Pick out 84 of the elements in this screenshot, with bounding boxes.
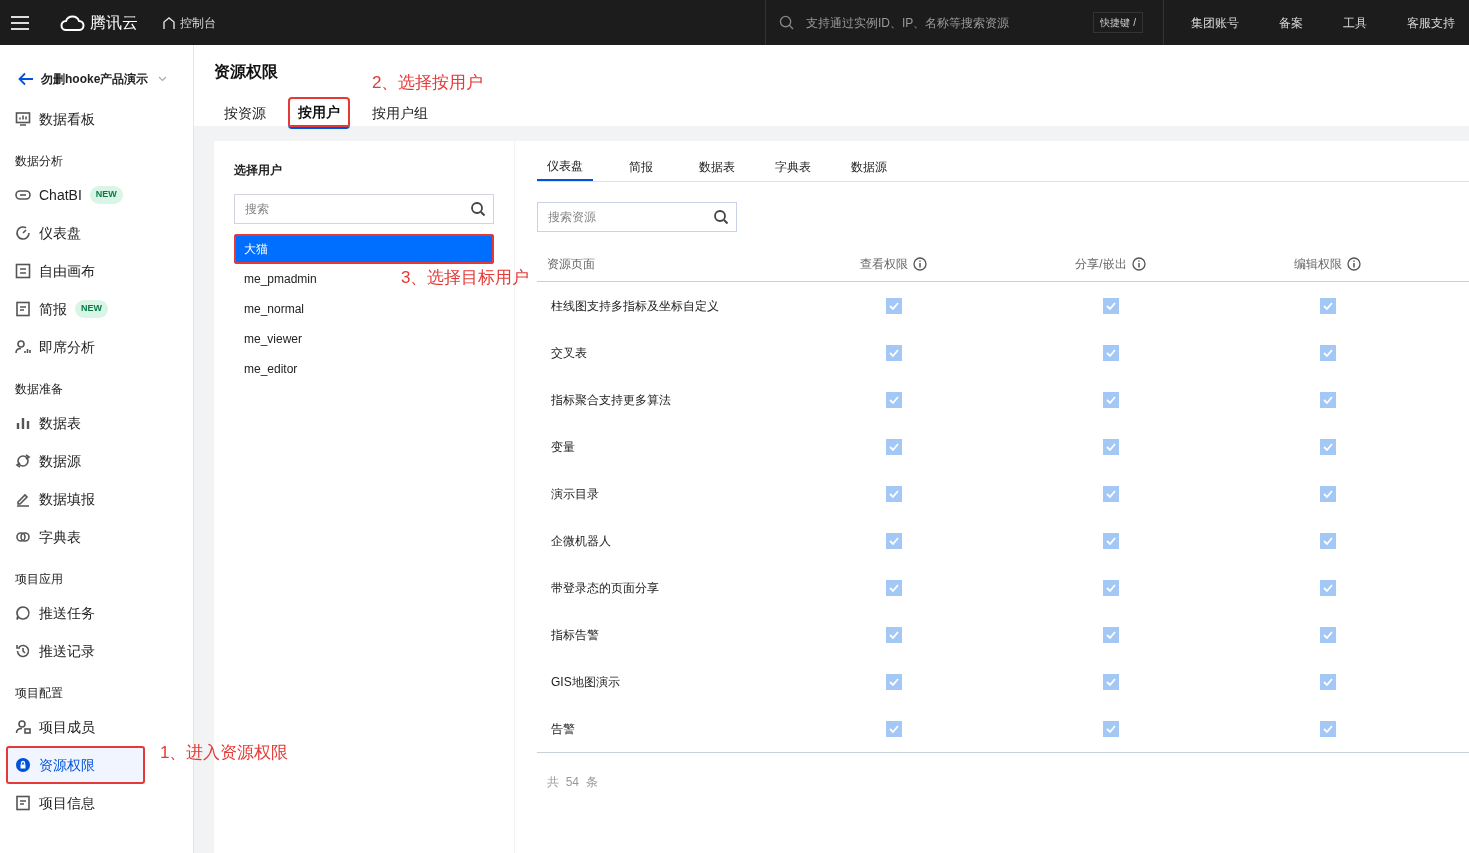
- resource-name: 指标告警: [550, 626, 600, 644]
- sidebar-item[interactable]: 仪表盘: [6, 214, 145, 252]
- resource-name: 告警: [550, 720, 576, 738]
- resource-name: 变量: [550, 438, 576, 456]
- top-nav-link[interactable]: 集团账号: [1191, 13, 1239, 32]
- sidebar-section-title: 数据分析: [14, 153, 64, 170]
- chevron-down-icon[interactable]: [158, 76, 168, 82]
- total-count: 共 54 条: [547, 775, 598, 789]
- search-icon: [779, 15, 794, 30]
- monitor-icon: [15, 111, 31, 127]
- annotation-text: 3、选择目标用户: [401, 267, 530, 289]
- resource-name: GIS地图演示: [550, 673, 621, 691]
- sidebar-item[interactable]: 即席分析: [6, 328, 145, 366]
- brand-name[interactable]: 腾讯云: [90, 10, 138, 35]
- bar-chart-icon: [15, 415, 31, 431]
- tab[interactable]: 按用户: [288, 97, 350, 129]
- back-arrow-icon[interactable]: [18, 72, 34, 86]
- new-badge: NEW: [75, 300, 108, 318]
- sidebar-section-title: 项目配置: [14, 685, 64, 702]
- panel-title: 选择用户: [234, 162, 283, 179]
- console-link[interactable]: 控制台: [180, 13, 216, 32]
- chat-bubble-icon: [15, 605, 31, 621]
- sidebar-item[interactable]: 数据看板: [6, 100, 145, 138]
- search-icon: [713, 209, 729, 225]
- sidebar-item[interactable]: 简报 NEW: [6, 290, 145, 328]
- pen-icon: [15, 491, 31, 507]
- sidebar-item[interactable]: 推送记录: [6, 632, 145, 670]
- user-icon: [15, 719, 31, 735]
- sidebar-item[interactable]: ChatBI NEW: [6, 176, 145, 214]
- sidebar-item[interactable]: 项目信息: [6, 784, 145, 822]
- info-icon: [913, 256, 927, 271]
- sidebar-item[interactable]: 字典表: [6, 518, 145, 556]
- column-header: 资源页面: [547, 255, 595, 273]
- home-icon: [162, 15, 176, 30]
- sidebar-item[interactable]: 自由画布: [6, 252, 145, 290]
- sidebar-item[interactable]: 数据填报: [6, 480, 145, 518]
- data-source-icon: [15, 453, 31, 469]
- top-nav-link[interactable]: 工具: [1343, 13, 1367, 32]
- cloud-logo-icon: [60, 13, 86, 32]
- history-icon: [15, 643, 31, 659]
- top-nav-link[interactable]: 备案: [1279, 13, 1303, 32]
- user-search-field[interactable]: 搜索: [234, 194, 494, 224]
- tab[interactable]: 按用户组: [362, 97, 438, 129]
- user-chart-icon: [15, 339, 31, 355]
- annotation-text: 1、进入资源权限: [160, 742, 289, 764]
- resource-name: 企微机器人: [550, 532, 612, 550]
- tab[interactable]: 按资源: [214, 97, 276, 129]
- user-list-item[interactable]: me_normal: [234, 294, 315, 324]
- resource-name: 交叉表: [550, 344, 588, 362]
- page-title: 资源权限: [214, 62, 278, 82]
- resource-name: 演示目录: [550, 485, 600, 503]
- top-nav-link[interactable]: 客服支持: [1407, 13, 1455, 32]
- search-icon: [470, 201, 486, 217]
- annotation-text: 2、选择按用户: [372, 72, 484, 94]
- info-icon: [1347, 256, 1361, 271]
- user-list-item[interactable]: me_editor: [234, 354, 308, 384]
- sidebar-item[interactable]: 项目成员: [6, 708, 145, 746]
- sidebar-item[interactable]: 数据源: [6, 442, 145, 480]
- info-icon: [1131, 256, 1146, 271]
- sidebar-item[interactable]: 资源权限: [6, 746, 145, 784]
- column-header: 查看权限: [860, 255, 908, 273]
- user-list-item[interactable]: me_pmadmin: [234, 264, 327, 294]
- sidebar-item[interactable]: 数据表: [6, 404, 145, 442]
- canvas-icon: [15, 263, 31, 279]
- resource-name: 柱线图支持多指标及坐标自定义: [550, 297, 720, 315]
- resource-name: 指标聚合支持更多算法: [550, 391, 672, 409]
- project-name[interactable]: 勿删hooke产品演示: [41, 70, 149, 88]
- shortcut-badge: 快捷键 /: [1093, 12, 1143, 33]
- menu-icon[interactable]: [10, 14, 30, 31]
- sidebar-item[interactable]: 推送任务: [6, 594, 145, 632]
- column-header: 编辑权限: [1294, 255, 1342, 273]
- new-badge: NEW: [89, 186, 123, 204]
- user-list-item[interactable]: 大猫: [234, 234, 494, 264]
- resource-name: 带登录态的页面分享: [550, 579, 660, 597]
- gauge-icon: [15, 225, 31, 241]
- user-list-item[interactable]: me_viewer: [234, 324, 313, 354]
- lock-icon: [15, 757, 31, 773]
- column-header: 分享/嵌出: [1075, 255, 1127, 273]
- document-icon: [15, 301, 31, 317]
- sidebar-section-title: 项目应用: [14, 571, 64, 588]
- sidebar-section-title: 数据准备: [14, 381, 64, 398]
- chat-icon: [15, 187, 31, 203]
- document-icon: [15, 795, 31, 811]
- link-icon: [15, 529, 31, 545]
